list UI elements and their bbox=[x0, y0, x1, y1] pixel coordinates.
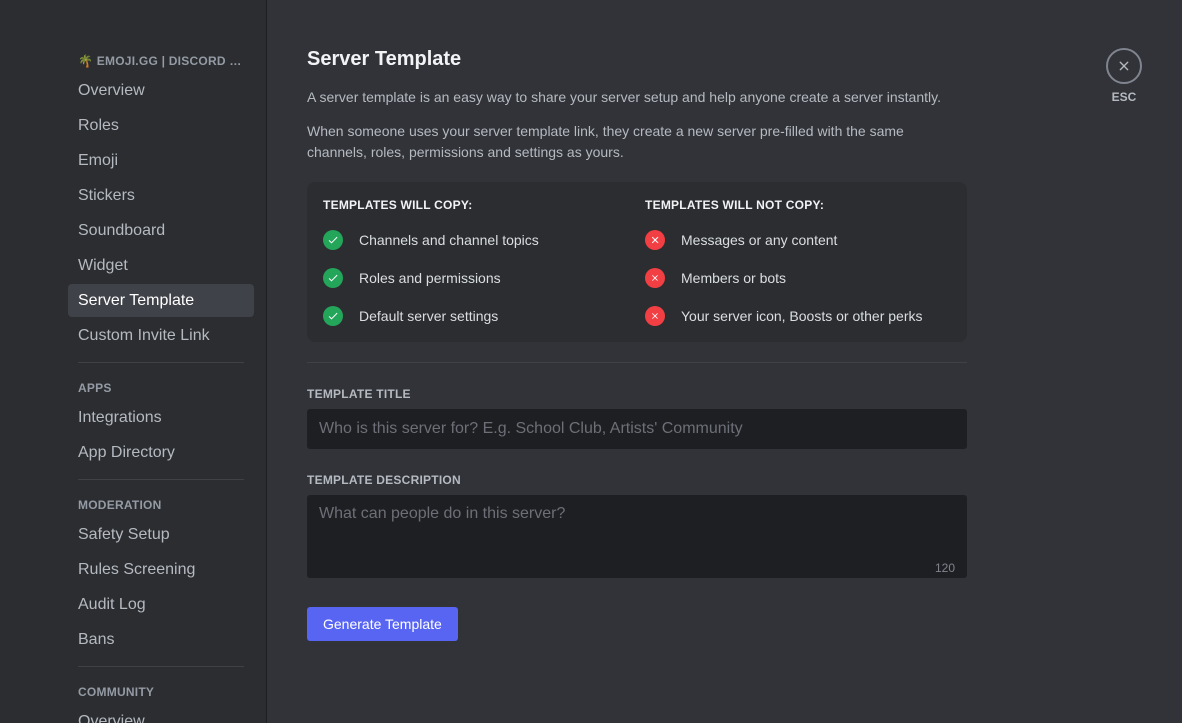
sidebar-item-emoji[interactable]: Emoji bbox=[68, 144, 254, 177]
template-title-input[interactable] bbox=[307, 409, 967, 449]
will-not-copy-item: Messages or any content bbox=[645, 230, 951, 250]
template-will-copy-column: Templates will copy: Channels and channe… bbox=[323, 198, 629, 326]
sidebar-item-widget[interactable]: Widget bbox=[68, 249, 254, 282]
template-description-input[interactable] bbox=[307, 495, 967, 578]
sidebar-item-stickers[interactable]: Stickers bbox=[68, 179, 254, 212]
sidebar-item-integrations[interactable]: Integrations bbox=[68, 401, 254, 434]
check-icon bbox=[323, 268, 343, 288]
generate-template-button[interactable]: Generate Template bbox=[307, 607, 458, 641]
sidebar-item-safety-setup[interactable]: Safety Setup bbox=[68, 518, 254, 551]
settings-sidebar: 🌴 EMOJI.GG | DISCORD EM… Overview Roles … bbox=[0, 0, 267, 723]
sidebar-item-custom-invite-link[interactable]: Custom Invite Link bbox=[68, 319, 254, 352]
x-icon bbox=[645, 306, 665, 326]
page-description-1: A server template is an easy way to shar… bbox=[307, 87, 967, 107]
will-not-copy-label: Members or bots bbox=[681, 269, 786, 287]
sidebar-item-app-directory[interactable]: App Directory bbox=[68, 436, 254, 469]
page-description-2: When someone uses your server template l… bbox=[307, 121, 967, 162]
page-title: Server Template bbox=[307, 48, 967, 71]
sidebar-separator bbox=[78, 666, 244, 667]
sidebar-category-apps: Apps bbox=[68, 375, 254, 401]
will-copy-label: Roles and permissions bbox=[359, 269, 501, 287]
close-label: ESC bbox=[1112, 90, 1137, 104]
check-icon bbox=[323, 306, 343, 326]
will-copy-label: Channels and channel topics bbox=[359, 231, 539, 249]
will-copy-label: Default server settings bbox=[359, 307, 498, 325]
template-title-label: Template Title bbox=[307, 387, 967, 401]
template-description-label: Template Description bbox=[307, 473, 967, 487]
will-copy-item: Roles and permissions bbox=[323, 268, 629, 288]
sidebar-category-moderation: Moderation bbox=[68, 492, 254, 518]
will-copy-header: Templates will copy: bbox=[323, 198, 629, 212]
sidebar-item-bans[interactable]: Bans bbox=[68, 623, 254, 656]
sidebar-item-roles[interactable]: Roles bbox=[68, 109, 254, 142]
will-not-copy-label: Your server icon, Boosts or other perks bbox=[681, 307, 923, 325]
sidebar-separator bbox=[78, 362, 244, 363]
sidebar-item-soundboard[interactable]: Soundboard bbox=[68, 214, 254, 247]
will-not-copy-item: Your server icon, Boosts or other perks bbox=[645, 306, 951, 326]
sidebar-separator bbox=[78, 479, 244, 480]
sidebar-item-audit-log[interactable]: Audit Log bbox=[68, 588, 254, 621]
check-icon bbox=[323, 230, 343, 250]
close-button[interactable]: ESC bbox=[1106, 48, 1142, 104]
sidebar-item-overview[interactable]: Overview bbox=[68, 74, 254, 107]
sidebar-item-server-template[interactable]: Server Template bbox=[68, 284, 254, 317]
sidebar-item-rules-screening[interactable]: Rules Screening bbox=[68, 553, 254, 586]
will-copy-item: Default server settings bbox=[323, 306, 629, 326]
sidebar-item-community-overview[interactable]: Overview bbox=[68, 705, 254, 723]
server-name-header: 🌴 EMOJI.GG | DISCORD EM… bbox=[68, 48, 254, 74]
will-not-copy-label: Messages or any content bbox=[681, 231, 837, 249]
template-will-not-copy-column: Templates will not copy: Messages or any… bbox=[645, 198, 951, 326]
template-info-box: Templates will copy: Channels and channe… bbox=[307, 182, 967, 342]
will-copy-item: Channels and channel topics bbox=[323, 230, 629, 250]
x-icon bbox=[645, 230, 665, 250]
sidebar-category-community: Community bbox=[68, 679, 254, 705]
divider bbox=[307, 362, 967, 363]
will-not-copy-item: Members or bots bbox=[645, 268, 951, 288]
will-not-copy-header: Templates will not copy: bbox=[645, 198, 951, 212]
close-icon bbox=[1106, 48, 1142, 84]
x-icon bbox=[645, 268, 665, 288]
